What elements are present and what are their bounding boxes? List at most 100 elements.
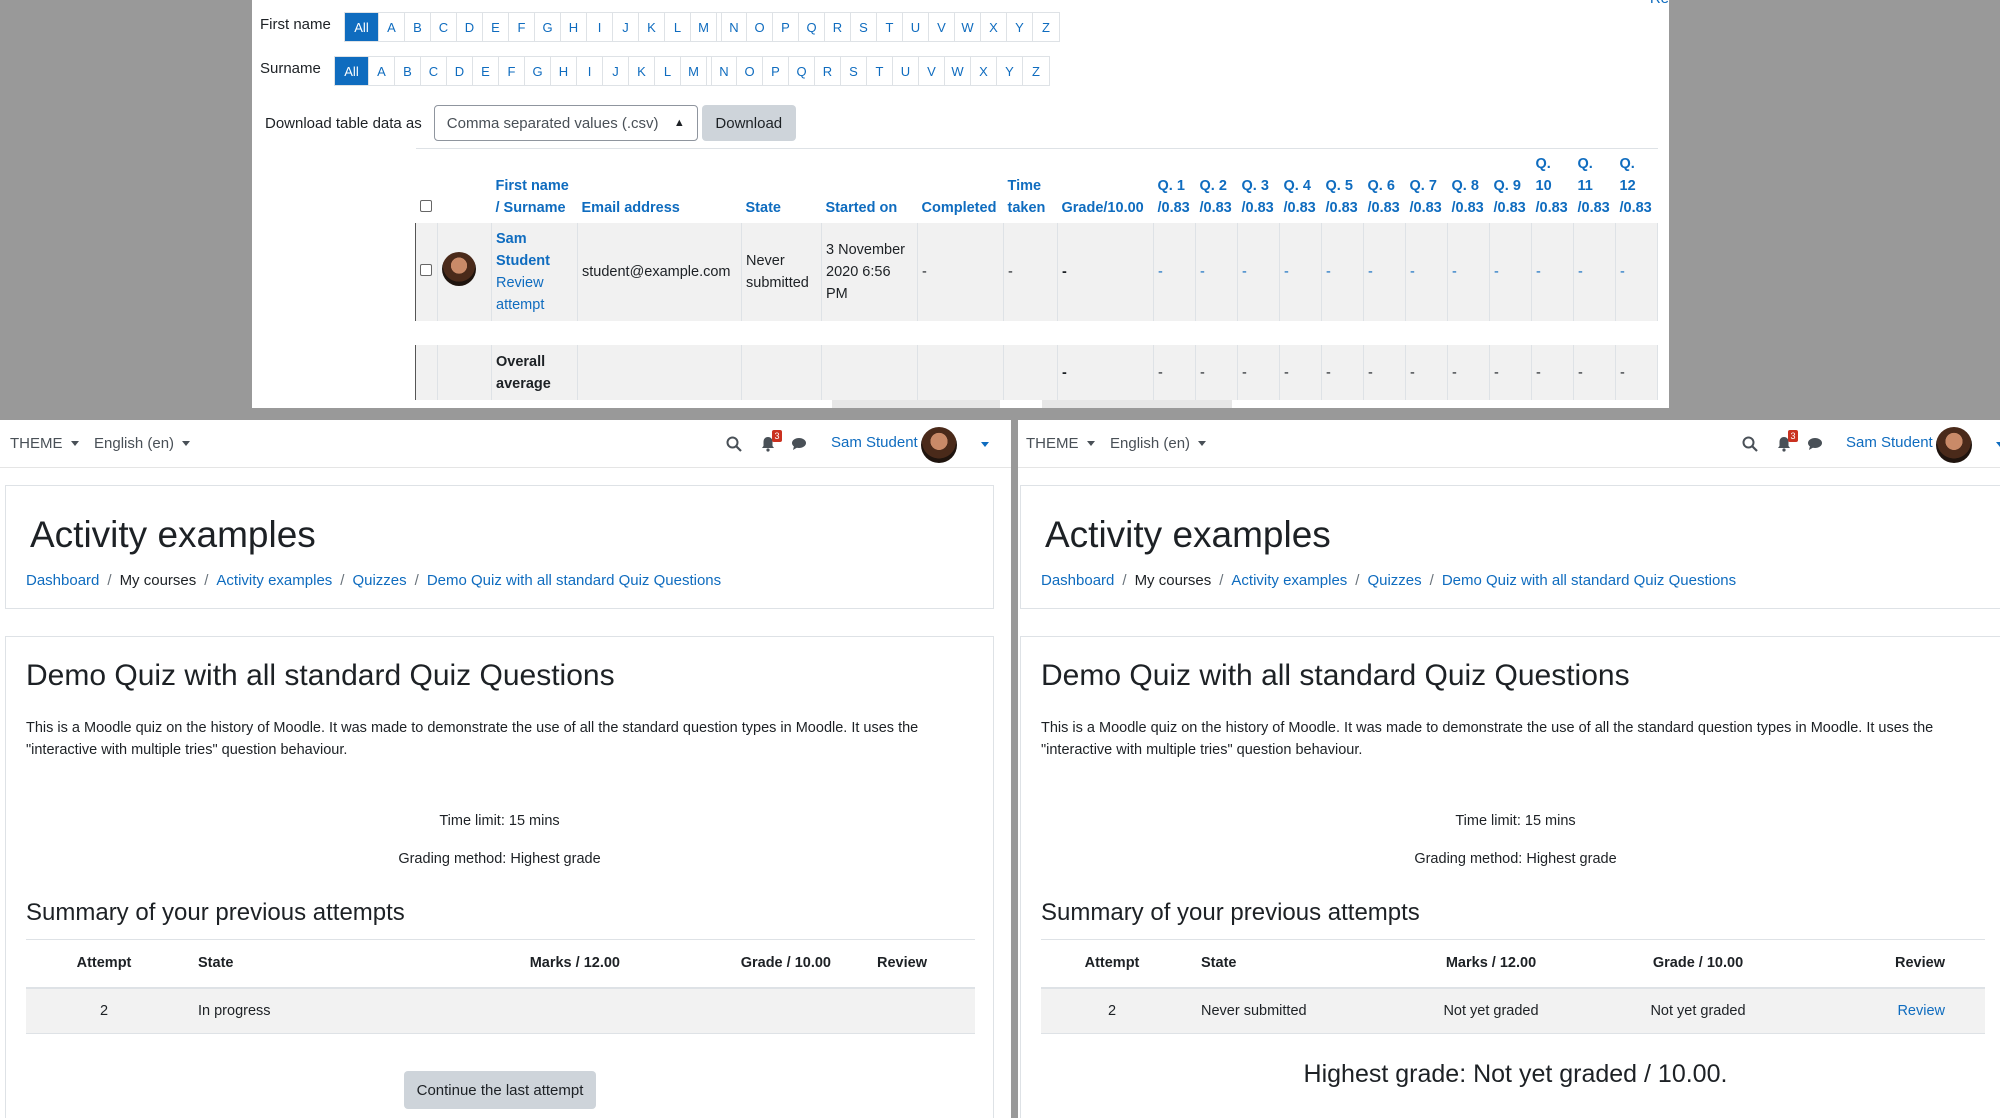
firstname-initial-p[interactable]: P [773, 13, 799, 41]
question-header[interactable]: Q. 3/0.83 [1237, 148, 1280, 223]
surname-initial-w[interactable]: W [945, 57, 971, 85]
corner-link[interactable]: Re [1650, 0, 1669, 7]
surname-sort-link[interactable]: / Surname [496, 200, 566, 216]
download-format-select[interactable]: Comma separated values (.csv) ▲︎ [433, 105, 698, 141]
question-cell[interactable]: - [1363, 223, 1406, 321]
firstname-initial-g[interactable]: G [535, 13, 561, 41]
breadcrumb-quizzes[interactable]: Quizzes [1367, 572, 1421, 589]
firstname-initial-u[interactable]: U [903, 13, 929, 41]
question-cell[interactable]: - [1153, 223, 1196, 321]
notifications-bell-icon[interactable]: 3 [1774, 430, 1798, 454]
language-menu[interactable]: English (en) [94, 435, 191, 452]
surname-initial-f[interactable]: F [499, 57, 525, 85]
firstname-initial-all[interactable]: All [345, 13, 379, 41]
student-name-link[interactable]: Sam Student [496, 231, 550, 269]
surname-initial-o[interactable]: O [737, 57, 763, 85]
download-button[interactable]: Download [701, 105, 796, 141]
first-name-sort-link[interactable]: First name [496, 178, 569, 194]
question-cell[interactable]: - [1447, 223, 1490, 321]
surname-initial-v[interactable]: V [919, 57, 945, 85]
surname-initial-j[interactable]: J [603, 57, 629, 85]
avatar[interactable] [442, 251, 476, 286]
completed-header[interactable]: Completed [917, 148, 1004, 223]
question-header[interactable]: Q. 1/0.83 [1153, 148, 1196, 223]
question-header[interactable]: Q. 4/0.83 [1279, 148, 1322, 223]
messages-chat-icon[interactable] [1805, 434, 1825, 454]
question-cell[interactable]: - [1573, 223, 1616, 321]
firstname-initial-o[interactable]: O [747, 13, 773, 41]
breadcrumb-dashboard[interactable]: Dashboard [26, 572, 99, 589]
firstname-initial-v[interactable]: V [929, 13, 955, 41]
question-header[interactable]: Q. 12/0.83 [1615, 148, 1658, 223]
review-attempt-link[interactable]: Review attempt [496, 275, 544, 313]
surname-initial-z[interactable]: Z [1023, 57, 1049, 85]
surname-initial-h[interactable]: H [551, 57, 577, 85]
surname-initial-p[interactable]: P [763, 57, 789, 85]
surname-initial-d[interactable]: D [447, 57, 473, 85]
surname-initial-e[interactable]: E [473, 57, 499, 85]
firstname-initial-c[interactable]: C [431, 13, 457, 41]
question-header[interactable]: Q. 5/0.83 [1321, 148, 1364, 223]
question-cell[interactable]: - [1195, 223, 1238, 321]
grade-header[interactable]: Grade/10.00 [1057, 148, 1154, 223]
firstname-initial-e[interactable]: E [483, 13, 509, 41]
user-avatar[interactable] [921, 427, 957, 463]
firstname-initial-x[interactable]: X [981, 13, 1007, 41]
firstname-initial-q[interactable]: Q [799, 13, 825, 41]
select-all-checkbox[interactable] [419, 200, 432, 212]
user-menu-caret-icon[interactable] [1996, 442, 2000, 447]
surname-initial-c[interactable]: C [421, 57, 447, 85]
firstname-initial-h[interactable]: H [561, 13, 587, 41]
firstname-initial-s[interactable]: S [851, 13, 877, 41]
user-avatar[interactable] [1936, 427, 1972, 463]
time-taken-header[interactable]: Time taken [1003, 148, 1058, 223]
surname-initial-q[interactable]: Q [789, 57, 815, 85]
name-header[interactable]: First name / Surname [491, 148, 578, 223]
question-header[interactable]: Q. 7/0.83 [1405, 148, 1448, 223]
firstname-initial-b[interactable]: B [405, 13, 431, 41]
firstname-initial-y[interactable]: Y [1007, 13, 1033, 41]
firstname-initial-d[interactable]: D [457, 13, 483, 41]
firstname-initial-w[interactable]: W [955, 13, 981, 41]
continue-last-attempt-button[interactable]: Continue the last attempt [404, 1071, 596, 1109]
question-header[interactable]: Q. 8/0.83 [1447, 148, 1490, 223]
state-header[interactable]: State [741, 148, 822, 223]
surname-initial-n[interactable]: N [711, 57, 737, 85]
firstname-initial-a[interactable]: A [379, 13, 405, 41]
language-menu[interactable]: English (en) [1110, 435, 1207, 452]
theme-menu[interactable]: THEME [1026, 435, 1095, 452]
breadcrumb-activity-examples[interactable]: Activity examples [216, 572, 332, 589]
theme-menu[interactable]: THEME [10, 435, 79, 452]
firstname-initial-f[interactable]: F [509, 13, 535, 41]
question-cell[interactable]: - [1405, 223, 1448, 321]
table-scrollbar-right[interactable] [1042, 400, 1232, 408]
firstname-initial-t[interactable]: T [877, 13, 903, 41]
firstname-initial-j[interactable]: J [613, 13, 639, 41]
user-menu-name[interactable]: Sam Student [831, 434, 918, 451]
question-header[interactable]: Q. 6/0.83 [1363, 148, 1406, 223]
firstname-initial-l[interactable]: L [665, 13, 691, 41]
surname-initial-y[interactable]: Y [997, 57, 1023, 85]
started-on-header[interactable]: Started on [821, 148, 918, 223]
breadcrumb-activity-examples[interactable]: Activity examples [1231, 572, 1347, 589]
surname-initial-l[interactable]: L [655, 57, 681, 85]
search-icon[interactable] [724, 434, 744, 454]
question-cell[interactable]: - [1237, 223, 1280, 321]
email-header[interactable]: Email address [577, 148, 742, 223]
surname-initial-b[interactable]: B [395, 57, 421, 85]
table-scrollbar-left[interactable] [832, 400, 1000, 408]
surname-initial-u[interactable]: U [893, 57, 919, 85]
surname-initial-t[interactable]: T [867, 57, 893, 85]
surname-initial-a[interactable]: A [369, 57, 395, 85]
search-icon[interactable] [1740, 434, 1760, 454]
question-cell[interactable]: - [1615, 223, 1658, 321]
breadcrumb-quizzes[interactable]: Quizzes [352, 572, 406, 589]
question-cell[interactable]: - [1321, 223, 1364, 321]
surname-initial-s[interactable]: S [841, 57, 867, 85]
surname-initial-k[interactable]: K [629, 57, 655, 85]
surname-initial-x[interactable]: X [971, 57, 997, 85]
surname-initial-i[interactable]: I [577, 57, 603, 85]
review-attempt-link[interactable]: Review [1897, 1003, 1945, 1019]
surname-initial-m[interactable]: M [681, 57, 707, 85]
user-menu-caret-icon[interactable] [981, 442, 989, 447]
